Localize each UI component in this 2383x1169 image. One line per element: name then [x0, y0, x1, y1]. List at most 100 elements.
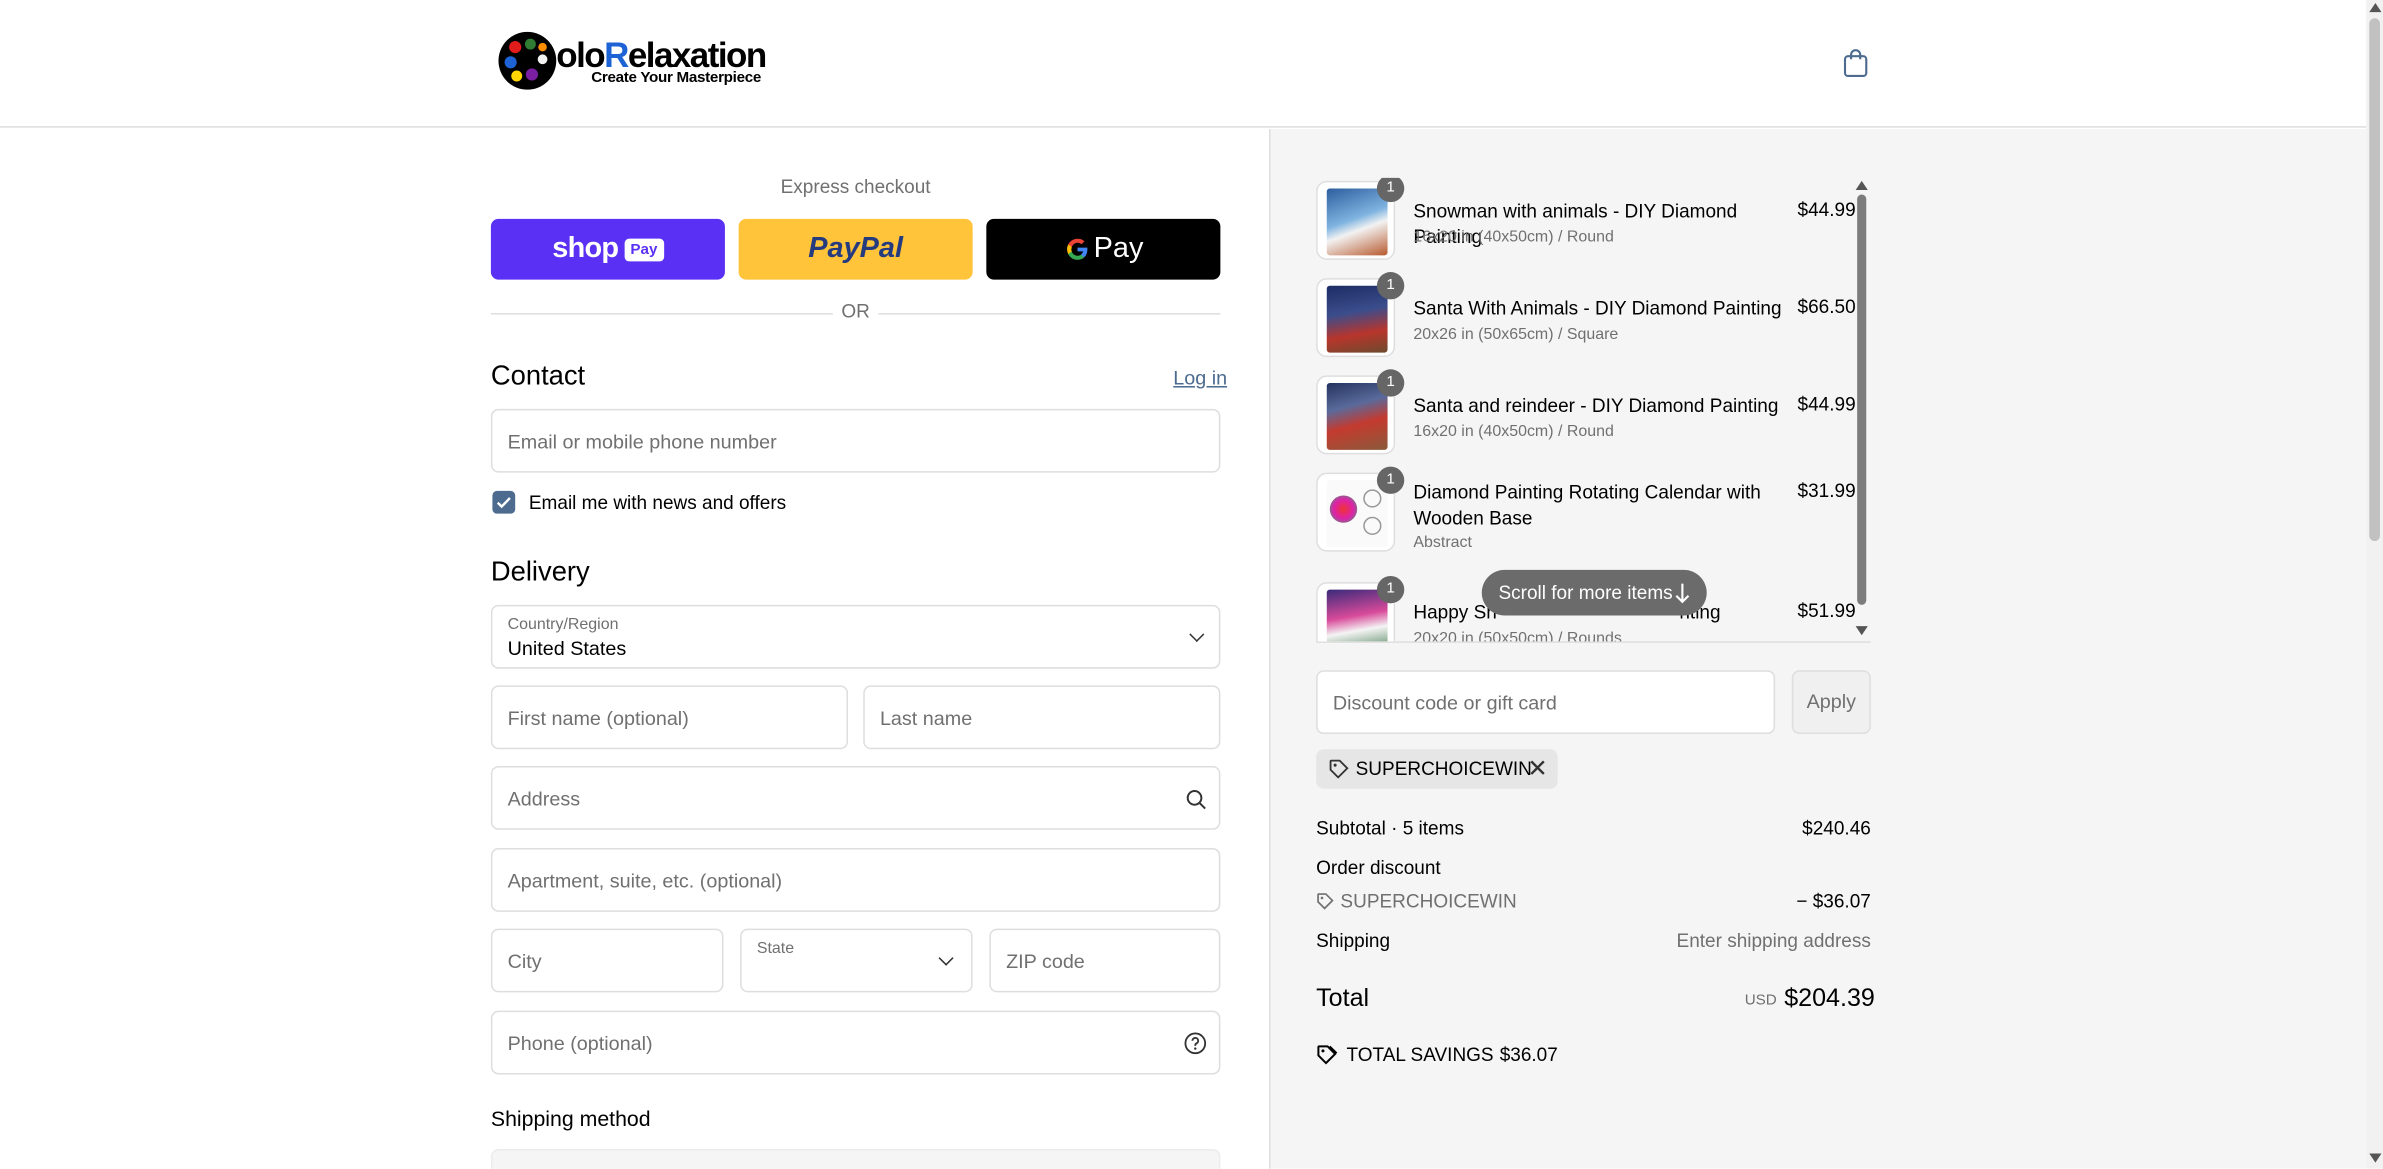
login-link[interactable]: Log in	[1173, 366, 1227, 389]
currency-label: USD	[1744, 992, 1777, 1010]
checkmark-icon	[496, 497, 511, 509]
apartment-field[interactable]: Apartment, suite, etc. (optional)	[490, 848, 1221, 912]
brand-name: oloRelaxation	[556, 34, 767, 75]
newsletter-checkbox[interactable]	[492, 490, 516, 514]
quantity-badge: 1	[1376, 575, 1405, 604]
shipping-value: Enter shipping address	[1676, 930, 1871, 952]
order-discount-row: Order discount	[1316, 857, 1871, 878]
cart-item: 1 Snowman with animals - DIY Diamond Pai…	[1316, 177, 1856, 263]
delivery-heading: Delivery	[490, 556, 590, 587]
discount-code-label: SUPERCHOICEWIN	[1340, 890, 1517, 912]
product-variant: Abstract	[1413, 533, 1472, 552]
shop-pay-button[interactable]: shop Pay	[490, 218, 725, 280]
phone-field[interactable]: Phone (optional)	[490, 1010, 1221, 1075]
cart-scroll-thumb[interactable]	[1857, 194, 1867, 605]
scroll-down-icon	[1855, 626, 1868, 636]
arrow-down-icon	[1675, 583, 1690, 604]
last-name-field[interactable]: Last name	[863, 685, 1221, 750]
apartment-placeholder: Apartment, suite, etc. (optional)	[507, 869, 783, 893]
zip-placeholder: ZIP code	[1006, 949, 1085, 973]
product-price: $66.50	[1797, 296, 1856, 318]
paypal-label: PayPal	[808, 232, 903, 265]
scroll-more-items-button[interactable]: Scroll for more items	[1481, 569, 1707, 616]
google-pay-label: Pay	[1093, 232, 1144, 265]
discount-value: − $36.07	[1796, 890, 1871, 912]
chevron-down-icon	[938, 950, 954, 966]
shop-pay-badge: Pay	[624, 237, 664, 261]
applied-discount-chip: SUPERCHOICEWIN ✕	[1316, 749, 1558, 789]
remove-discount-icon[interactable]: ✕	[1527, 754, 1547, 784]
savings-value: $36.07	[1499, 1044, 1558, 1066]
country-select[interactable]: Country/Region United States	[490, 604, 1221, 669]
product-price: $44.99	[1797, 393, 1856, 415]
shipping-label: Shipping	[1316, 930, 1391, 952]
google-g-icon	[1066, 238, 1087, 260]
newsletter-label: Email me with news and offers	[528, 492, 787, 514]
total-savings: TOTAL SAVINGS $36.07	[1347, 1044, 1558, 1065]
email-placeholder: Email or mobile phone number	[507, 430, 777, 453]
palette-logo-icon	[498, 31, 557, 90]
address-field[interactable]: Address	[490, 765, 1221, 830]
first-name-field[interactable]: First name (optional)	[490, 685, 849, 750]
product-variant: 16x20 in (40x50cm) / Round	[1413, 422, 1614, 441]
contact-heading: Contact	[490, 360, 586, 391]
tag-icon	[1329, 759, 1349, 779]
google-pay-button[interactable]: Pay	[986, 218, 1221, 280]
brand-tagline: Create Your Masterpiece	[591, 69, 762, 87]
express-checkout-title: Express checkout	[780, 176, 931, 198]
state-select[interactable]: State	[740, 928, 973, 993]
shopping-bag-icon[interactable]	[1842, 49, 1869, 79]
product-variant: 16x20 in (40x50cm) / Round	[1413, 227, 1614, 247]
product-name: Santa and reindeer - DIY Diamond Paintin…	[1413, 395, 1779, 417]
savings-tag-icon	[1317, 1045, 1338, 1065]
subtotal-value: $240.46	[1802, 817, 1871, 839]
product-price: $51.99	[1797, 600, 1856, 622]
total-label: Total	[1316, 984, 1370, 1013]
savings-label: TOTAL SAVINGS	[1346, 1044, 1494, 1066]
discount-placeholder: Discount code or gift card	[1332, 691, 1557, 715]
shop-pay-label: shop	[552, 232, 619, 265]
quantity-badge: 1	[1376, 466, 1405, 494]
subtotal-label: Subtotal · 5 items	[1316, 817, 1464, 839]
discount-code-input[interactable]: Discount code or gift card	[1316, 670, 1776, 735]
subtotal-row: Subtotal · 5 items $240.46	[1316, 818, 1871, 839]
apply-discount-button[interactable]: Apply	[1791, 670, 1871, 735]
address-placeholder: Address	[507, 787, 581, 811]
page-scrollbar[interactable]	[2366, 0, 2383, 1169]
country-label: Country/Region	[507, 615, 619, 634]
page-scroll-thumb[interactable]	[2369, 18, 2380, 542]
tag-icon	[1317, 893, 1334, 910]
product-variant: 20x26 in (50x65cm) / Square	[1413, 325, 1619, 344]
header: oloRelaxation Create Your Masterpiece	[0, 0, 2367, 128]
email-field[interactable]: Email or mobile phone number	[490, 408, 1221, 473]
first-name-placeholder: First name (optional)	[507, 706, 689, 730]
total-value: $204.39	[1784, 984, 1875, 1013]
cart-item: 1 Santa and reindeer - DIY Diamond Paint…	[1316, 369, 1856, 457]
paypal-button[interactable]: PayPal	[738, 218, 973, 280]
order-discount-label: Order discount	[1316, 857, 1441, 879]
shipping-method-box	[490, 1148, 1221, 1169]
scroll-up-icon[interactable]	[2369, 3, 2382, 13]
state-label: State	[756, 939, 795, 958]
cart-items-scrollbar[interactable]	[1855, 178, 1868, 643]
scroll-down-icon[interactable]	[2369, 1153, 2382, 1163]
discount-code-row: SUPERCHOICEWIN − $36.07	[1316, 891, 1871, 912]
cart-item: 1 Diamond Painting Rotating Calendar wit…	[1316, 466, 1856, 576]
phone-placeholder: Phone (optional)	[507, 1031, 653, 1055]
cart-item: 1 Santa With Animals - DIY Diamond Paint…	[1316, 272, 1856, 360]
help-icon[interactable]	[1184, 1032, 1207, 1055]
shipping-row: Shipping Enter shipping address	[1316, 930, 1871, 951]
zip-field[interactable]: ZIP code	[989, 928, 1221, 993]
product-name: Santa With Animals - DIY Diamond Paintin…	[1413, 297, 1782, 320]
product-variant: 20x20 in (50x50cm) / Rounds	[1413, 629, 1622, 643]
country-value: United States	[507, 636, 627, 660]
scroll-hint-label: Scroll for more items	[1498, 582, 1673, 604]
brand-logo[interactable]: oloRelaxation Create Your Masterpiece	[497, 30, 767, 94]
applied-code-label: SUPERCHOICEWIN	[1355, 758, 1532, 780]
product-name: Diamond Painting Rotating Calendar with …	[1413, 481, 1761, 529]
search-icon	[1186, 790, 1206, 810]
city-field[interactable]: City	[490, 928, 724, 993]
chevron-down-icon	[1189, 626, 1205, 643]
last-name-placeholder: Last name	[879, 706, 973, 730]
shipping-method-heading: Shipping method	[490, 1106, 651, 1131]
